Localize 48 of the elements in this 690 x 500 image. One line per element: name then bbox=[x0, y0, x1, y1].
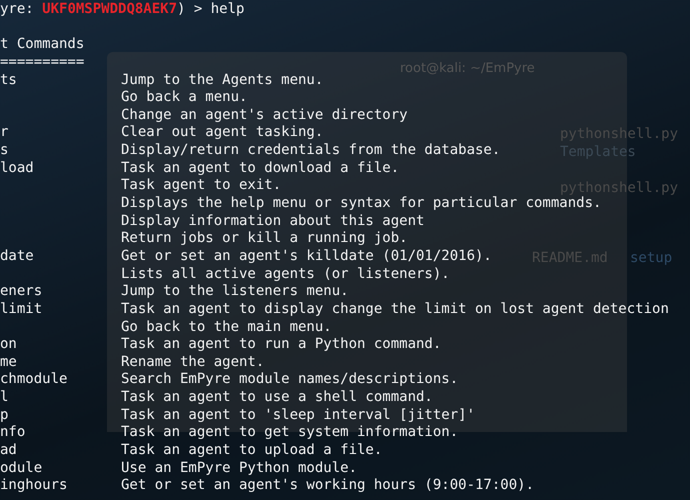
command-name: limit bbox=[0, 300, 42, 317]
command-name: load bbox=[0, 160, 34, 176]
command-description: Use an EmPyre Python module. bbox=[121, 460, 358, 478]
command-description: Go back to the main menu. bbox=[121, 318, 332, 336]
section-heading: t Commands bbox=[0, 36, 84, 54]
command-name: p bbox=[0, 406, 8, 423]
agent-id: UKF0MSPWDDQ8AEK7 bbox=[42, 1, 178, 19]
command-description: Get or set an agent's working hours (9:00-17:00). bbox=[121, 477, 534, 495]
command-name: l bbox=[0, 389, 8, 406]
command-name: s bbox=[0, 142, 8, 158]
command-description: Return jobs or kill a running job. bbox=[121, 230, 408, 248]
command-description: Search EmPyre module names/descriptions. bbox=[121, 371, 458, 390]
command-description: Display information about this agent bbox=[121, 212, 424, 230]
command-name: chmodule bbox=[0, 371, 68, 388]
command-description: Task agent to exit. bbox=[121, 177, 282, 196]
command-description: Displays the help menu or syntax for particular commands. bbox=[121, 195, 602, 213]
command-description: Lists all active agents (or listeners). bbox=[121, 266, 450, 284]
file-name: setup bbox=[630, 250, 672, 266]
command-description: Get or set an agent's killdate (01/01/2016). bbox=[121, 248, 492, 266]
command-name: eners bbox=[0, 283, 42, 300]
command-name: on bbox=[0, 336, 17, 352]
command-description: Task an agent to display change the limit on lost agent detection bbox=[121, 300, 669, 319]
command-description: Change an agent's active directory bbox=[121, 106, 408, 124]
file-name: pythonshell.py bbox=[560, 126, 678, 142]
command-description: Rename the agent. bbox=[121, 354, 264, 372]
command-description: Go back a menu. bbox=[121, 89, 248, 107]
command-description: Display/return credentials from the database. bbox=[121, 142, 500, 160]
command-description: Jump to the Agents menu. bbox=[121, 72, 324, 90]
command-name: ts bbox=[0, 72, 17, 88]
prompt-text: yre: bbox=[0, 1, 35, 19]
command-name: odule bbox=[0, 460, 42, 476]
command-name: r bbox=[0, 124, 8, 140]
command-description: Task an agent to get system information. bbox=[121, 424, 458, 442]
command-description: Clear out agent tasking. bbox=[121, 124, 324, 142]
prompt-command: ) > help bbox=[177, 1, 244, 19]
command-name: me bbox=[0, 354, 17, 370]
command-description: Task an agent to 'sleep interval [jitter]' bbox=[121, 406, 476, 424]
command-description: Jump to the listeners menu. bbox=[121, 283, 349, 301]
command-description: Task an agent to run a Python command. bbox=[121, 336, 442, 354]
command-description: Task an agent to download a file. bbox=[121, 160, 400, 178]
command-name: nfo bbox=[0, 424, 26, 440]
command-name: inghours bbox=[0, 477, 68, 494]
command-name: ad bbox=[0, 442, 17, 458]
command-name: date bbox=[0, 248, 34, 264]
heading-rule: ========== bbox=[0, 54, 84, 72]
command-description: Task an agent to upload a file. bbox=[121, 442, 382, 460]
file-name: pythonshell.py bbox=[560, 180, 678, 196]
command-description: Task an agent to use a shell command. bbox=[121, 389, 433, 407]
